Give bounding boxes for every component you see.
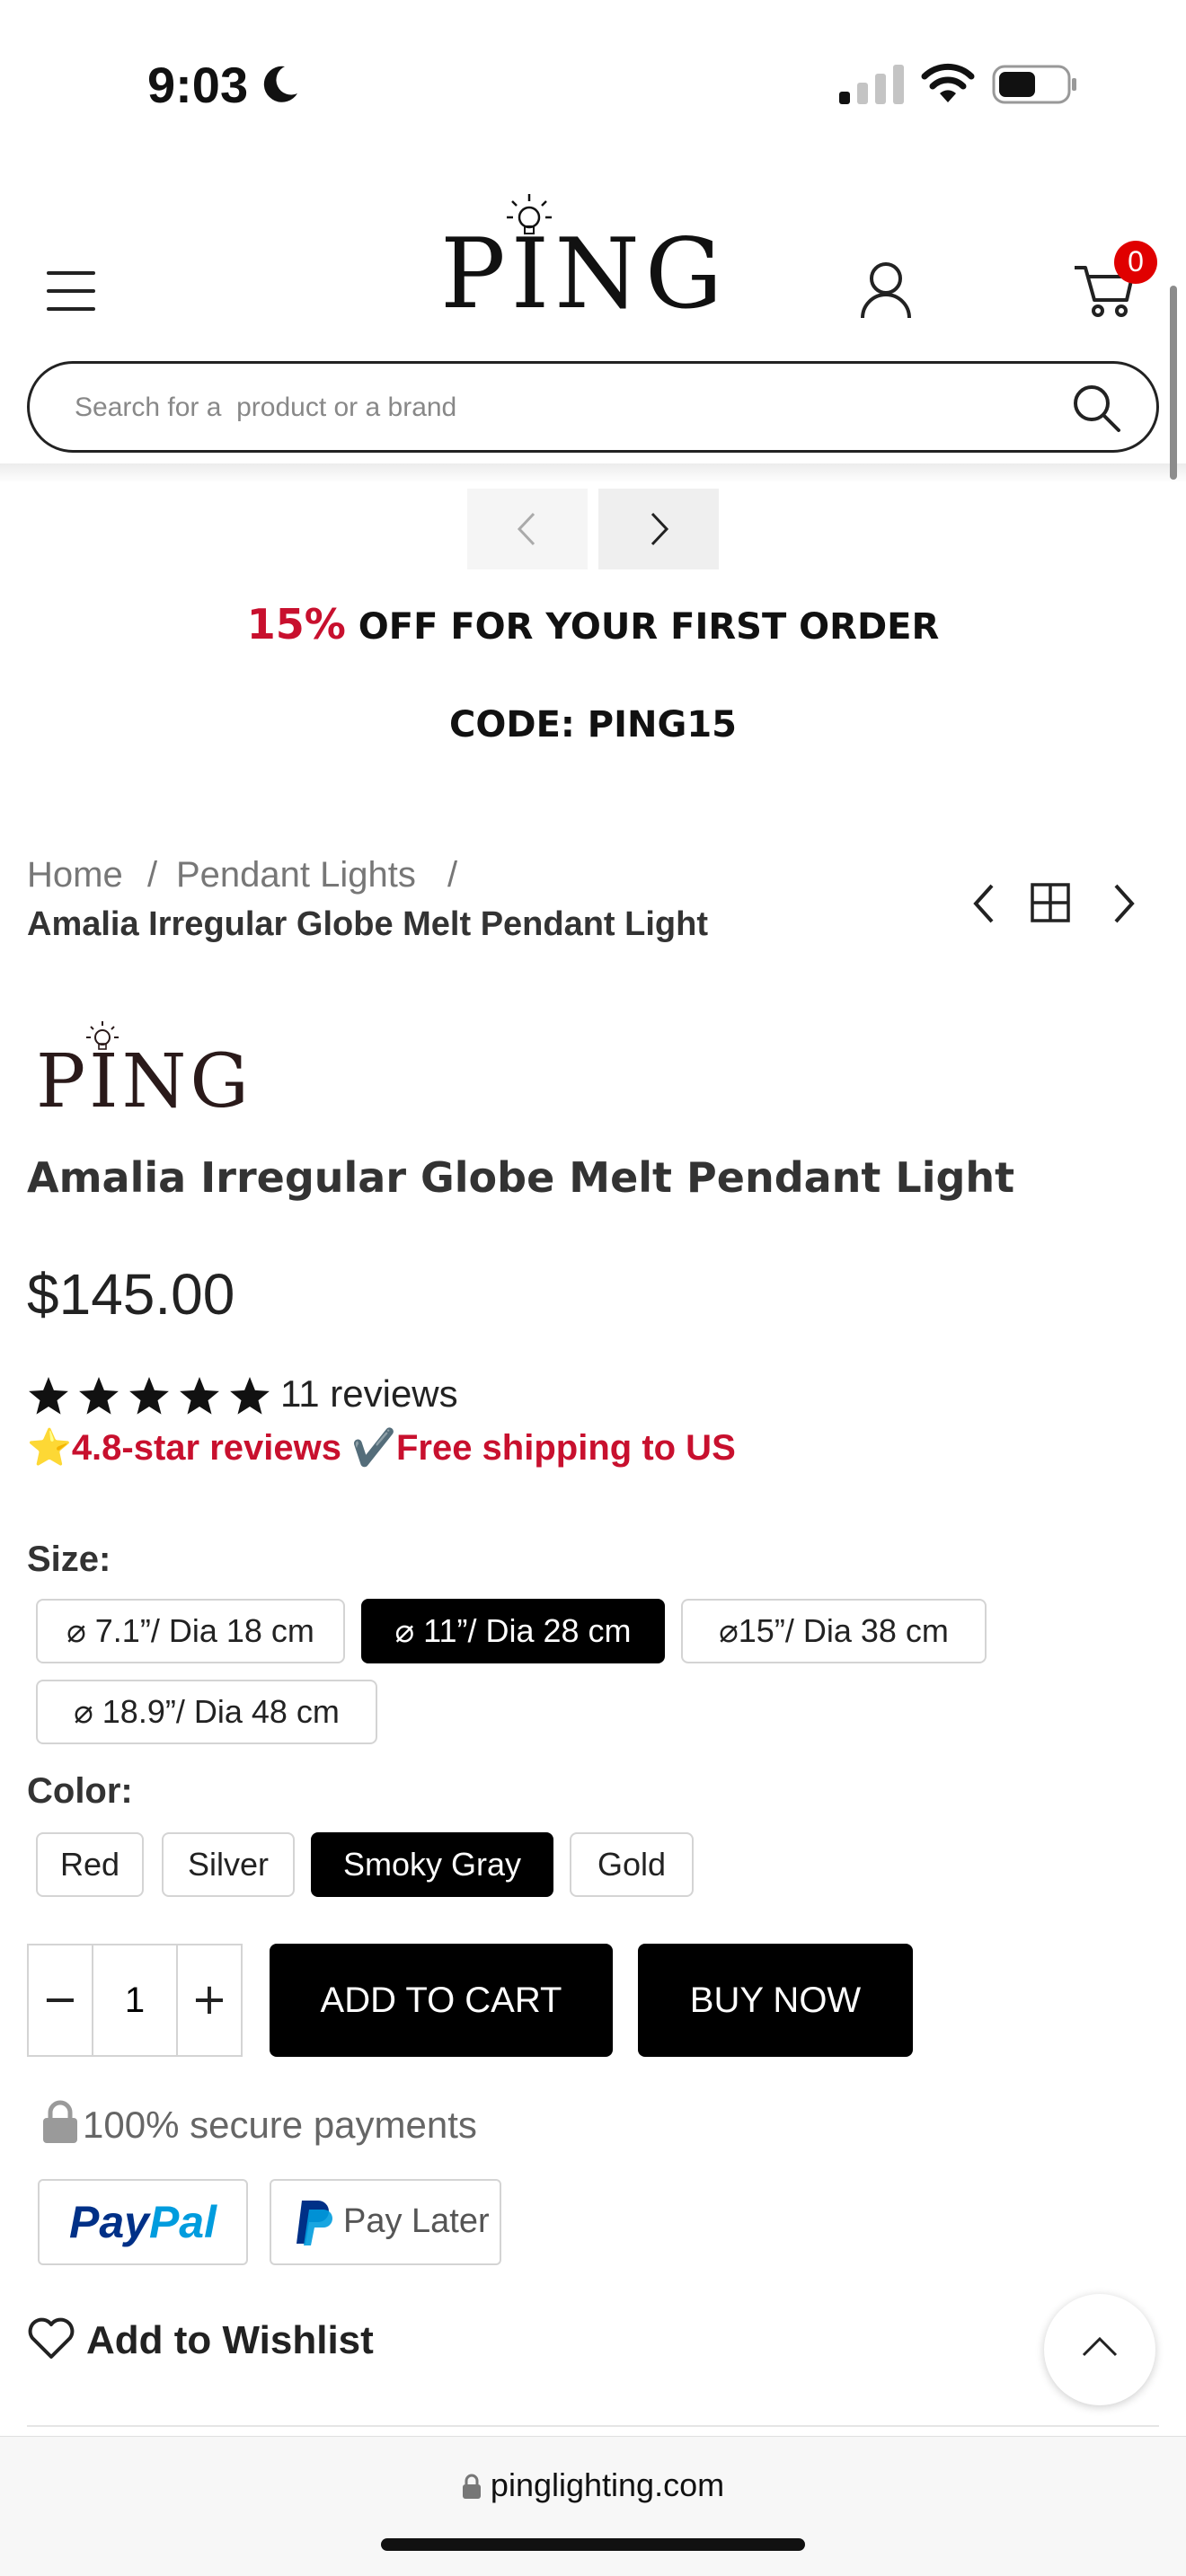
rating-badge: 4.8-star reviews (71, 1428, 342, 1468)
chevron-left-icon (517, 512, 535, 546)
chevron-right-icon (651, 512, 669, 546)
promo-badges: ⭐4.8-star reviews ✔️Free shipping to US (27, 1426, 736, 1469)
promo-offer-text: OFF FOR YOUR FIRST ORDER (345, 606, 940, 648)
account-icon[interactable] (858, 260, 914, 320)
secure-text: 100% secure payments (83, 2104, 477, 2146)
breadcrumb-current: Amalia Irregular Globe Melt Pendant Ligh… (27, 905, 708, 943)
brand-logo[interactable]: PING (36, 1019, 261, 1126)
paypal-p-icon (296, 2201, 332, 2245)
lock-icon (462, 2474, 481, 2499)
promo-code: CODE: PING15 (449, 704, 737, 745)
secure-payments-note: 100% secure payments (40, 2100, 477, 2147)
size-option-18in[interactable]: ⌀ 18.9”/ Dia 48 cm (36, 1680, 377, 1744)
next-product-icon[interactable] (1105, 880, 1143, 927)
pay-later-label: Pay Later (343, 2202, 490, 2240)
home-indicator[interactable] (381, 2538, 805, 2551)
reviews-link[interactable]: 11 reviews (280, 1372, 458, 1416)
add-to-wishlist-link[interactable]: Add to Wishlist (27, 2317, 374, 2363)
checkmark-icon: ✔️ (351, 1428, 396, 1468)
moon-icon (263, 66, 297, 102)
search-bar (27, 361, 1159, 453)
section-divider (27, 2425, 1159, 2427)
brand-logo-text: PING (36, 1039, 252, 1125)
grid-view-icon[interactable] (1030, 882, 1071, 923)
quantity-increase-button[interactable]: + (176, 1945, 241, 2055)
quantity-stepper: − + (27, 1944, 243, 2057)
product-title: Amalia Irregular Globe Melt Pendant Ligh… (27, 1153, 1015, 1202)
breadcrumb-home[interactable]: Home (27, 855, 123, 895)
cellular-signal-icon (839, 65, 904, 104)
paypal-pal-text: Pal (148, 2197, 217, 2247)
breadcrumb-category[interactable]: Pendant Lights (176, 855, 416, 895)
wishlist-label: Add to Wishlist (86, 2318, 374, 2362)
site-logo[interactable]: PING (440, 190, 728, 334)
star-icon (129, 1377, 169, 1415)
breadcrumb-separator: / (447, 855, 458, 895)
star-icon (79, 1377, 119, 1415)
color-option-smoky-gray[interactable]: Smoky Gray (311, 1832, 553, 1897)
star-icon (29, 1377, 68, 1415)
promo-headline: 15% OFF FOR YOUR FIRST ORDER (0, 600, 1186, 648)
star-icon (230, 1377, 270, 1415)
chevron-up-icon (1082, 2336, 1118, 2357)
size-option-7in[interactable]: ⌀ 7.1”/ Dia 18 cm (36, 1599, 345, 1663)
breadcrumb-separator: / (147, 855, 158, 895)
search-icon[interactable] (1070, 382, 1122, 434)
color-option-red[interactable]: Red (36, 1832, 144, 1897)
product-price: $145.00 (27, 1262, 235, 1327)
paypal-pay-text: Pay (68, 2197, 149, 2247)
wifi-icon (921, 63, 975, 102)
promo-prev-button[interactable] (467, 489, 588, 569)
page-scrollbar[interactable] (1170, 286, 1177, 480)
paypal-pay-later-button[interactable]: Pay Later (270, 2179, 501, 2265)
size-option-15in[interactable]: ⌀15”/ Dia 38 cm (681, 1599, 987, 1663)
color-option-gold[interactable]: Gold (570, 1832, 694, 1897)
size-option-11in[interactable]: ⌀ 11”/ Dia 28 cm (361, 1599, 665, 1663)
search-input[interactable] (75, 382, 1045, 434)
buy-now-button[interactable]: BUY NOW (638, 1944, 913, 2057)
prev-product-icon[interactable] (965, 880, 1003, 927)
add-to-cart-button[interactable]: ADD TO CART (270, 1944, 613, 2057)
browser-url[interactable]: pinglighting.com (0, 2466, 1186, 2504)
browser-bottom-bar (0, 2436, 1186, 2576)
url-text: pinglighting.com (490, 2466, 725, 2503)
heart-icon (28, 2317, 75, 2359)
header-divider (0, 463, 1186, 483)
promo-percent: 15% (246, 600, 346, 648)
color-option-silver[interactable]: Silver (162, 1832, 295, 1897)
size-label: Size: (27, 1539, 111, 1579)
scroll-to-top-button[interactable] (1044, 2294, 1155, 2405)
hamburger-menu-button[interactable] (47, 271, 97, 311)
quantity-input[interactable] (93, 1945, 176, 2055)
status-time: 9:03 (147, 57, 249, 113)
star-icon (180, 1377, 219, 1415)
paypal-button[interactable]: PayPal (38, 2179, 248, 2265)
lock-icon (43, 2100, 77, 2143)
star-rating[interactable] (27, 1374, 271, 1419)
quantity-decrease-button[interactable]: − (29, 1945, 93, 2055)
star-emoji-icon: ⭐ (27, 1428, 72, 1468)
battery-icon (992, 65, 1076, 104)
logo-text: PING (440, 218, 729, 331)
shipping-badge: Free shipping to US (395, 1428, 736, 1468)
promo-next-button[interactable] (598, 489, 719, 569)
color-label: Color: (27, 1771, 133, 1811)
cart-count-badge: 0 (1114, 241, 1157, 284)
